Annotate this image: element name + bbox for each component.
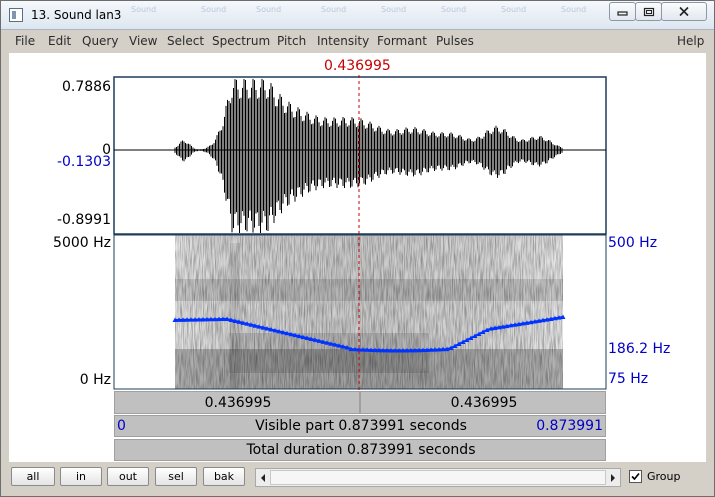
scroll-thumb[interactable] bbox=[270, 470, 606, 485]
menu-edit[interactable]: Edit bbox=[48, 34, 71, 48]
praat-sound-window: 13. Sound lan3 Sound Sound Sound Sound S… bbox=[0, 0, 715, 497]
menu-bar: File Edit Query View Select Spectrum Pit… bbox=[9, 31, 706, 51]
horizontal-scrollbar[interactable] bbox=[255, 468, 621, 487]
menu-file[interactable]: File bbox=[15, 34, 35, 48]
maximize-icon bbox=[643, 7, 654, 16]
background-window-title: Sound bbox=[131, 5, 157, 14]
zoom-all-button[interactable]: all bbox=[11, 467, 55, 486]
zoom-out-button[interactable]: out bbox=[107, 467, 149, 486]
background-window-title: Sound bbox=[256, 5, 282, 14]
checkmark-icon bbox=[631, 472, 640, 481]
menu-query[interactable]: Query bbox=[82, 34, 118, 48]
menu-formant[interactable]: Formant bbox=[377, 34, 427, 48]
segment-left-duration: 0.436995 bbox=[204, 395, 272, 411]
total-duration-label: Total duration 0.873991 seconds bbox=[246, 442, 476, 458]
group-checkbox[interactable] bbox=[629, 470, 642, 483]
menu-help[interactable]: Help bbox=[677, 34, 704, 48]
background-window-title: Sound bbox=[441, 5, 467, 14]
sound-editor-panel[interactable]: 0.436995 0.7886 0 -0.1303 -0.8991 5000 H… bbox=[9, 53, 706, 462]
app-icon bbox=[9, 8, 23, 22]
scroll-left-icon[interactable] bbox=[259, 473, 267, 483]
menu-select[interactable]: Select bbox=[167, 34, 204, 48]
group-checkbox-label: Group bbox=[647, 470, 681, 483]
menu-spectrum[interactable]: Spectrum bbox=[212, 34, 270, 48]
zoom-sel-button[interactable]: sel bbox=[155, 467, 197, 486]
zoom-in-button[interactable]: in bbox=[60, 467, 102, 486]
title-bar[interactable]: 13. Sound lan3 Sound Sound Sound Sound S… bbox=[1, 1, 714, 30]
background-window-title: Sound bbox=[201, 5, 227, 14]
spectrogram-image bbox=[175, 235, 563, 389]
background-window-title: Sound bbox=[501, 5, 527, 14]
zoom-back-button[interactable]: bak bbox=[203, 467, 245, 486]
segment-right-bar[interactable]: 0.436995 bbox=[360, 391, 606, 414]
segment-left-bar[interactable]: 0.436995 bbox=[114, 391, 360, 414]
maximize-button[interactable] bbox=[635, 2, 662, 21]
menu-view[interactable]: View bbox=[129, 34, 157, 48]
window-title: 13. Sound lan3 bbox=[31, 8, 122, 22]
total-duration-bar[interactable]: Total duration 0.873991 seconds bbox=[114, 439, 606, 461]
minimize-icon bbox=[617, 11, 628, 16]
background-window-title: Sound bbox=[321, 5, 347, 14]
minimize-button[interactable] bbox=[609, 2, 636, 21]
menu-intensity[interactable]: Intensity bbox=[317, 34, 369, 48]
bottom-toolbar: all in out sel bak Group bbox=[9, 464, 706, 490]
menu-pitch[interactable]: Pitch bbox=[277, 34, 306, 48]
segment-right-duration: 0.436995 bbox=[450, 395, 518, 411]
menu-pulses[interactable]: Pulses bbox=[436, 34, 474, 48]
visible-part-bar[interactable]: 0 Visible part 0.873991 seconds 0.873991 bbox=[114, 415, 606, 437]
background-window-title: Sound bbox=[381, 5, 407, 14]
close-button[interactable] bbox=[661, 2, 707, 21]
close-icon bbox=[679, 6, 689, 17]
visible-end-time: 0.873991 bbox=[536, 418, 603, 434]
background-window-title: Sound bbox=[561, 5, 587, 14]
visible-part-label: Visible part 0.873991 seconds bbox=[255, 418, 467, 434]
scroll-right-icon[interactable] bbox=[609, 473, 617, 483]
